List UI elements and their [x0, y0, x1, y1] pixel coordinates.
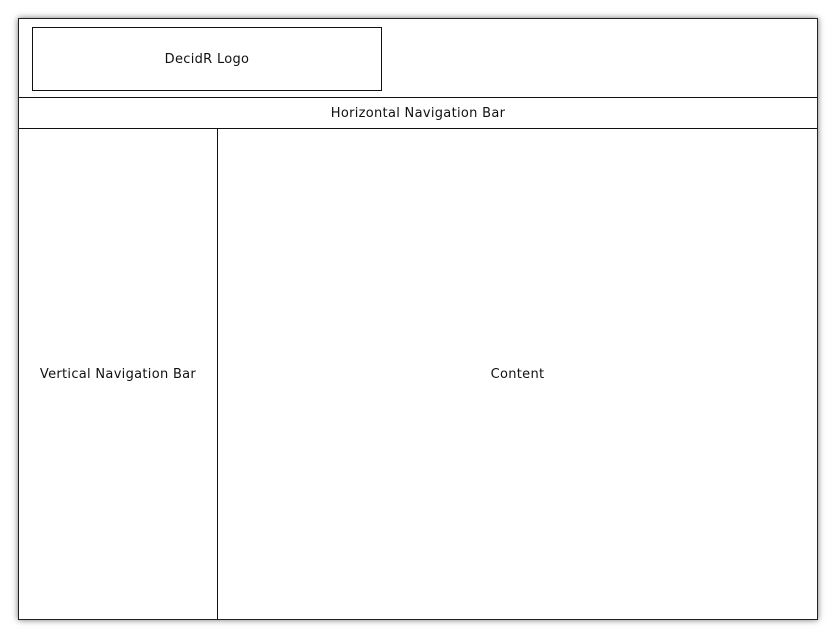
logo-label: DecidR Logo: [164, 51, 250, 67]
horizontal-nav-label: Horizontal Navigation Bar: [330, 105, 506, 121]
logo-placeholder: DecidR Logo: [32, 27, 382, 91]
horizontal-navigation-bar: Horizontal Navigation Bar: [19, 97, 817, 129]
content-area: Content: [218, 129, 817, 619]
vertical-nav-label: Vertical Navigation Bar: [39, 366, 197, 382]
wireframe-page: DecidR Logo Horizontal Navigation Bar Ve…: [18, 18, 818, 620]
vertical-navigation-bar: Vertical Navigation Bar: [19, 129, 218, 619]
content-label: Content: [490, 366, 545, 382]
